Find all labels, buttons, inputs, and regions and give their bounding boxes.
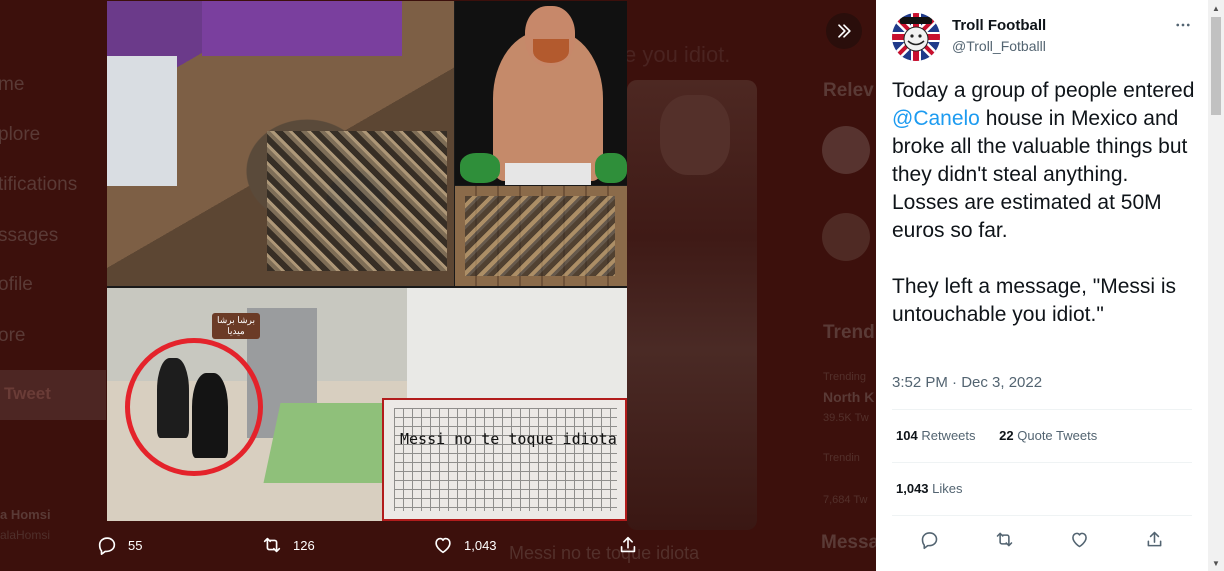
badge-line: برشا برشا [217,315,256,325]
boxer-glove [460,153,500,183]
highlight-circle [125,338,263,476]
background-trend-count: 39.5K Tw [823,412,869,424]
boxer-beard [533,39,569,63]
background-trend-label: Trendin [823,452,860,464]
heart-icon [1072,532,1087,547]
more-horizontal-icon [1176,23,1190,27]
room-sofa [202,1,402,56]
retweet-button[interactable] [992,526,1018,552]
tweet-media[interactable]: برشا برشا ميديا Messi no te toque idiota [107,1,627,521]
room-clutter [267,131,447,271]
tweet-timestamp[interactable]: 3:52 PM · Dec 3, 2022 [892,374,1042,391]
background-trend-count: 7,684 Tw [823,494,868,506]
media-retweet-count: 126 [293,537,315,553]
background-nav-item-messages: ssages [0,225,59,246]
background-tweet-button: Tweet [0,370,106,420]
author-avatar[interactable] [892,13,940,61]
retweet-icon [996,532,1013,546]
chevron-double-right-icon [838,24,851,38]
tweet-text-segment: house in Mexico and broke all the valuab… [892,107,1188,326]
media-watermark-badge: برشا برشا ميديا [212,313,261,339]
media-reply-count: 55 [128,537,143,553]
likes-label: Likes [932,481,963,496]
boxer-glove [595,153,627,183]
scroll-up-arrow-icon[interactable]: ▲ [1208,0,1224,16]
floor-debris [465,196,615,276]
background-nav-item-explore: plore [0,124,41,145]
divider [892,409,1192,410]
scrollbar-thumb[interactable] [1211,17,1221,115]
tweet-detail-panel: Troll Football @Troll_Fotballl Today a g… [876,0,1208,571]
background-account-name: a Homsi [0,507,51,522]
retweet-icon [263,537,281,553]
background-nav-item-notifications: tifications [0,174,78,195]
share-icon [620,536,636,553]
tweet-body: Today a group of people entered @Canelo … [892,77,1198,329]
background-trend-name: North K [823,389,875,405]
background-caption-bottom: Messi no te toque idiota [509,543,700,563]
vertical-scrollbar[interactable]: ▲ ▼ [1208,0,1224,571]
boxer-belt [505,163,591,185]
background-nav-item-more: ore [0,325,26,346]
background-avatar [822,126,870,174]
retweets-count: 104 [896,428,918,443]
likes-count: 1,043 [896,481,929,496]
tweet-text-segment: Today a group of people entered [892,79,1201,102]
note-text: Messi no te toque idiota [400,430,617,448]
media-retweet-button[interactable]: 126 [261,534,315,556]
background-messages-header: Messa [821,532,876,553]
reply-icon [921,531,938,549]
divider [892,515,1192,516]
background-relevant-header: Relev [823,80,874,101]
badge-line: ميديا [227,326,245,336]
like-button[interactable] [1067,526,1093,552]
kitchen-cabinets [407,288,627,398]
room-window [107,56,177,186]
author-name[interactable]: Troll Football [952,17,1046,34]
background-caption-top: e you idiot. [624,42,731,67]
media-like-button[interactable]: 1,043 [432,534,497,556]
more-options-button[interactable] [1172,14,1194,36]
mention-link[interactable]: @Canelo [892,107,980,130]
background-trends-header: Trend [823,322,875,343]
share-icon [1147,531,1162,546]
handwritten-note: Messi no te toque idiota [382,398,627,521]
author-handle[interactable]: @Troll_Fotballl [952,38,1046,54]
background-image-detail [660,95,730,175]
expand-panel-button[interactable] [826,13,862,49]
photo-boxer [455,1,627,185]
media-reply-button[interactable]: 55 [96,534,142,556]
media-share-button[interactable] [617,534,639,556]
likes-stat[interactable]: 1,043 Likes [896,481,963,496]
note-grid-paper [394,408,617,511]
quote-tweets-label: Quote Tweets [1017,428,1098,443]
divider [892,462,1192,463]
heart-icon [435,537,451,554]
background-account-handle: alaHomsi [0,528,51,542]
background-avatar [822,213,870,261]
background-nav-item-profile: ofile [0,274,33,295]
engagement-stats: 104 Retweets 22 Quote Tweets [896,428,1117,443]
reply-icon [98,537,116,555]
share-button[interactable] [1142,526,1168,552]
troll-football-logo-icon [892,13,940,61]
scroll-down-arrow-icon[interactable]: ▼ [1208,555,1224,571]
media-like-count: 1,043 [464,537,497,553]
quote-tweets-count: 22 [999,428,1014,443]
photo-kitchen-cctv: برشا برشا ميديا Messi no te toque idiota [107,288,627,521]
retweets-stat[interactable]: 104 Retweets [896,428,976,443]
reply-button[interactable] [917,526,943,552]
retweets-label: Retweets [921,428,976,443]
background-trend-label: Trending [823,371,867,383]
photo-messy-floor [455,186,627,286]
tweet-action-bar [892,526,1192,552]
photo-ransacked-room [107,1,454,286]
quote-tweets-stat[interactable]: 22 Quote Tweets [999,428,1097,443]
background-nav-item-home: me [0,74,25,95]
